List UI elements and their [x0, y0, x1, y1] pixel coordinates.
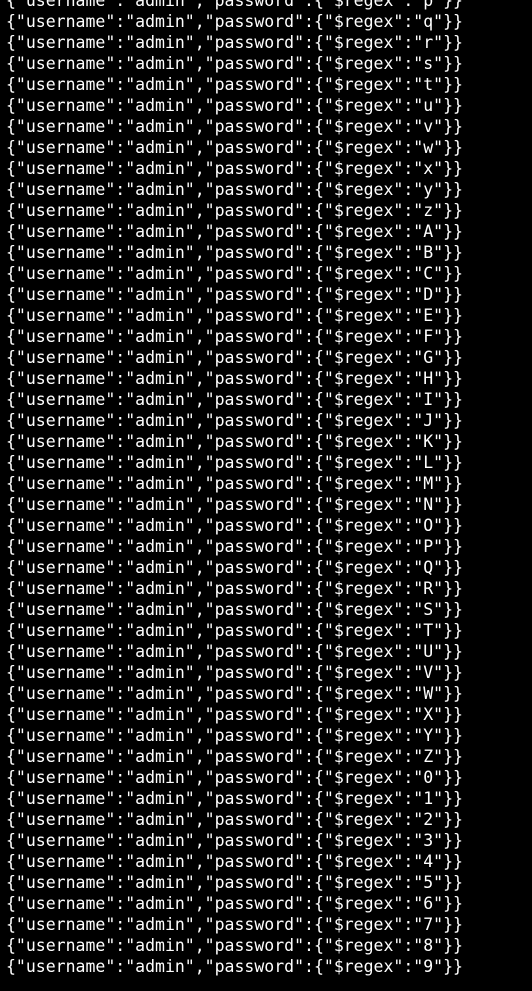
- terminal-line: {"username":"admin","password":{"$regex"…: [6, 33, 463, 52]
- terminal-line: {"username":"admin","password":{"$regex"…: [6, 411, 463, 430]
- terminal-line: {"username":"admin","password":{"$regex"…: [6, 243, 463, 262]
- terminal-line: {"username":"admin","password":{"$regex"…: [6, 726, 463, 745]
- terminal-line: {"username":"admin","password":{"$regex"…: [6, 390, 463, 409]
- terminal-line: {"username":"admin","password":{"$regex"…: [6, 537, 463, 556]
- terminal-line: {"username":"admin","password":{"$regex"…: [6, 642, 463, 661]
- terminal-line: {"username":"admin","password":{"$regex"…: [6, 453, 463, 472]
- terminal-line: {"username":"admin","password":{"$regex"…: [6, 432, 463, 451]
- terminal-line: {"username":"admin","password":{"$regex"…: [6, 705, 463, 724]
- terminal-line: {"username":"admin","password":{"$regex"…: [6, 159, 463, 178]
- terminal-window[interactable]: {"username":"admin","password":{"$regex"…: [0, 0, 532, 991]
- terminal-line: {"username":"admin","password":{"$regex"…: [6, 306, 463, 325]
- terminal-line: {"username":"admin","password":{"$regex"…: [6, 327, 463, 346]
- terminal-line: {"username":"admin","password":{"$regex"…: [6, 789, 463, 808]
- terminal-line: {"username":"admin","password":{"$regex"…: [6, 180, 463, 199]
- terminal-line: {"username":"admin","password":{"$regex"…: [6, 600, 463, 619]
- terminal-line: {"username":"admin","password":{"$regex"…: [6, 285, 463, 304]
- terminal-line: {"username":"admin","password":{"$regex"…: [6, 747, 463, 766]
- terminal-line: {"username":"admin","password":{"$regex"…: [6, 558, 463, 577]
- terminal-line: {"username":"admin","password":{"$regex"…: [6, 894, 463, 913]
- terminal-line: {"username":"admin","password":{"$regex"…: [6, 768, 463, 787]
- terminal-line: {"username":"admin","password":{"$regex"…: [6, 264, 463, 283]
- terminal-line: {"username":"admin","password":{"$regex"…: [6, 915, 463, 934]
- terminal-line: {"username":"admin","password":{"$regex"…: [6, 579, 463, 598]
- terminal-line: {"username":"admin","password":{"$regex"…: [6, 663, 463, 682]
- terminal-line: {"username":"admin","password":{"$regex"…: [6, 96, 463, 115]
- terminal-line: {"username":"admin","password":{"$regex"…: [6, 12, 463, 31]
- terminal-line: {"username":"admin","password":{"$regex"…: [6, 852, 463, 871]
- terminal-line: {"username":"admin","password":{"$regex"…: [6, 810, 463, 829]
- terminal-line: {"username":"admin","password":{"$regex"…: [6, 957, 463, 976]
- terminal-line: {"username":"admin","password":{"$regex"…: [6, 348, 463, 367]
- terminal-line: {"username":"admin","password":{"$regex"…: [6, 936, 463, 955]
- terminal-line: {"username":"admin","password":{"$regex"…: [6, 474, 463, 493]
- terminal-line: {"username":"admin","password":{"$regex"…: [6, 138, 463, 157]
- terminal-line: {"username":"admin","password":{"$regex"…: [6, 222, 463, 241]
- terminal-line: {"username":"admin","password":{"$regex"…: [6, 516, 463, 535]
- terminal-line: {"username":"admin","password":{"$regex"…: [6, 0, 463, 10]
- terminal-line: {"username":"admin","password":{"$regex"…: [6, 117, 463, 136]
- terminal-output: {"username":"admin","password":{"$regex"…: [0, 0, 532, 977]
- terminal-line: {"username":"admin","password":{"$regex"…: [6, 684, 463, 703]
- terminal-line: {"username":"admin","password":{"$regex"…: [6, 831, 463, 850]
- terminal-line: {"username":"admin","password":{"$regex"…: [6, 495, 463, 514]
- terminal-line: {"username":"admin","password":{"$regex"…: [6, 54, 463, 73]
- terminal-line: {"username":"admin","password":{"$regex"…: [6, 369, 463, 388]
- terminal-line: {"username":"admin","password":{"$regex"…: [6, 621, 463, 640]
- terminal-line: {"username":"admin","password":{"$regex"…: [6, 201, 463, 220]
- terminal-line: {"username":"admin","password":{"$regex"…: [6, 75, 463, 94]
- terminal-line: {"username":"admin","password":{"$regex"…: [6, 873, 463, 892]
